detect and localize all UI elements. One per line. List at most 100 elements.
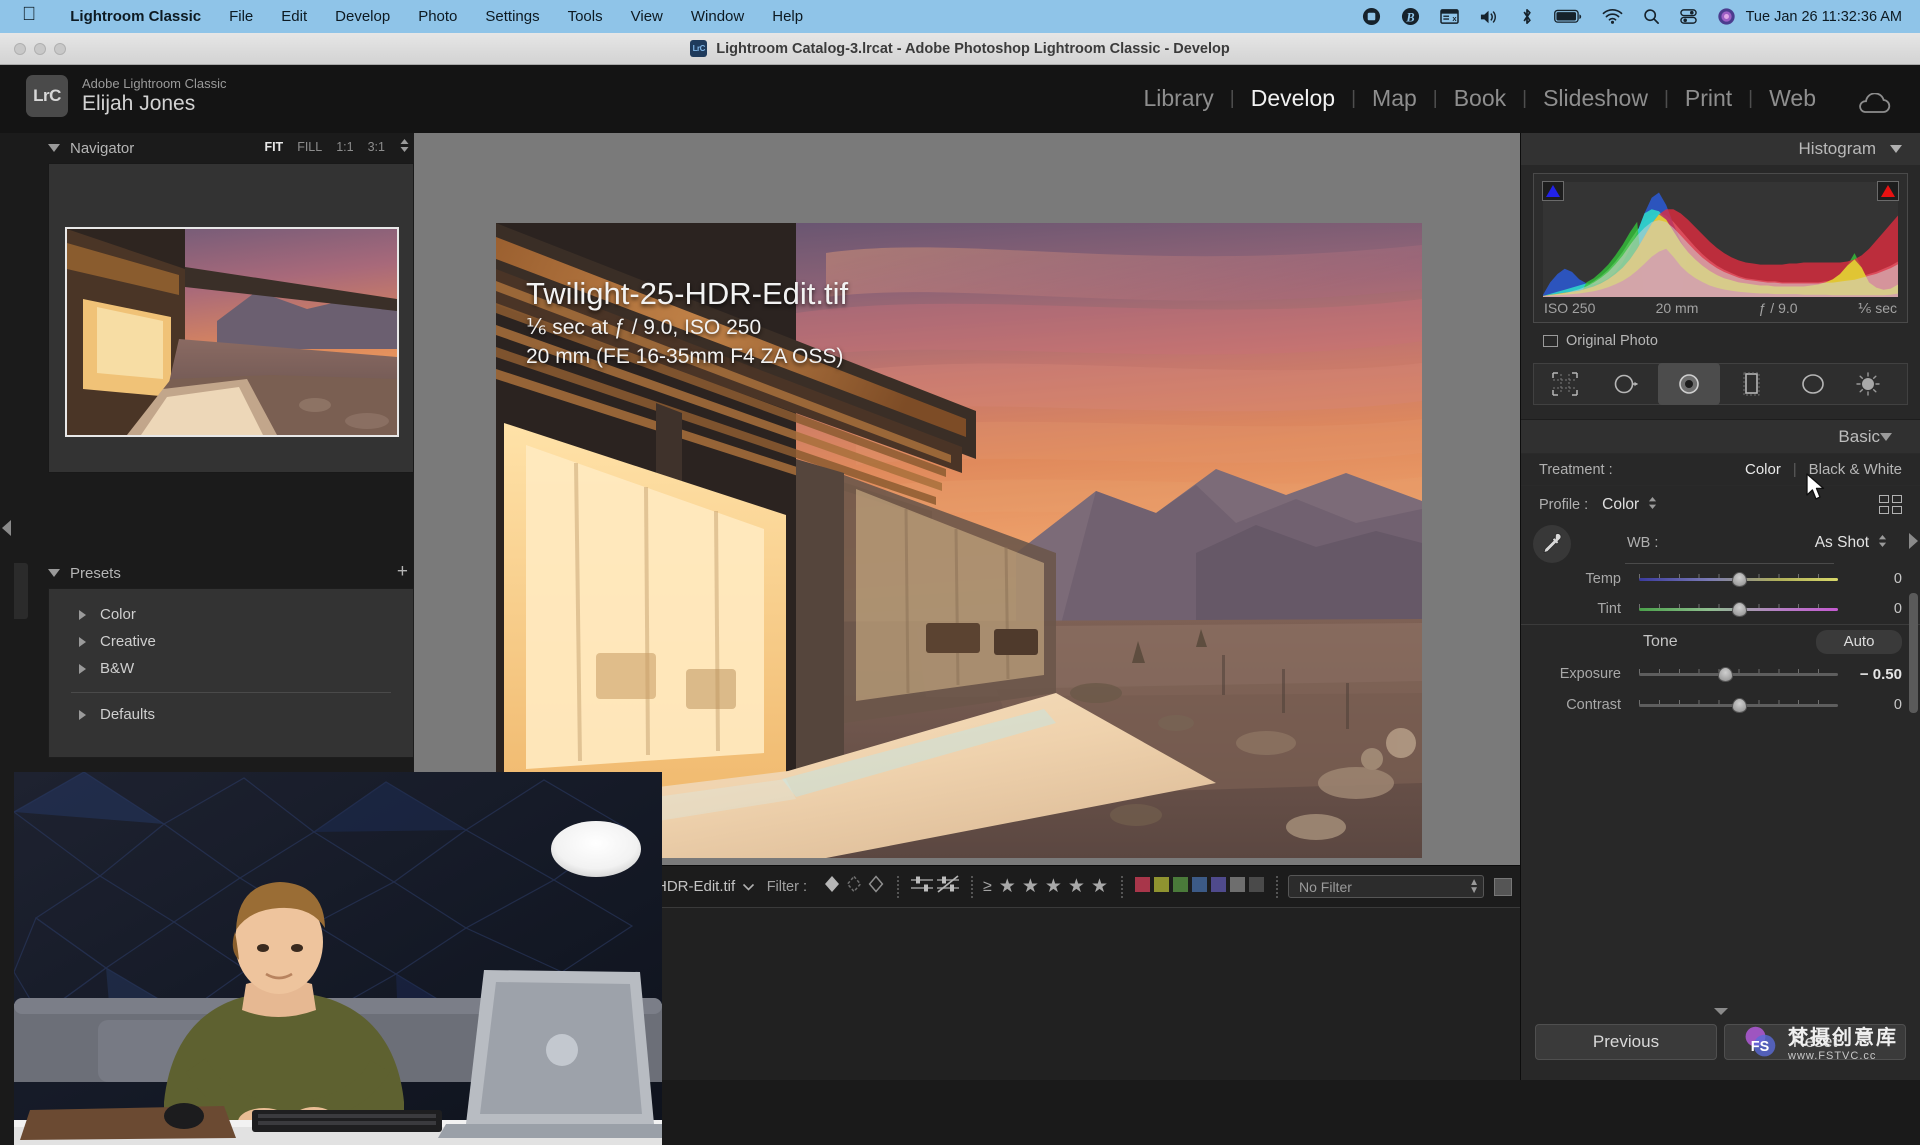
flag-picked-icon[interactable] (821, 873, 843, 900)
grid-4-icon[interactable] (1879, 495, 1902, 514)
menu-item-lightroom-classic[interactable]: Lightroom Classic (56, 8, 215, 25)
slider-knob[interactable] (1731, 602, 1747, 617)
menu-item-window[interactable]: Window (677, 8, 758, 25)
filter-preset-select[interactable]: No Filter ▲ ▼ (1288, 875, 1484, 898)
rating-operator-label[interactable]: ≥ (983, 878, 992, 896)
eyedropper-icon[interactable] (1533, 525, 1571, 563)
identity-plate[interactable]: LrC Adobe Lightroom Classic Elijah Jones (26, 75, 227, 117)
triangle-right-icon[interactable] (79, 609, 86, 620)
menu-item-develop[interactable]: Develop (321, 8, 404, 25)
apple-logo-icon[interactable]:  (22, 5, 36, 24)
updown-stepper-icon[interactable]: ▲ ▼ (1469, 878, 1479, 896)
search-icon[interactable] (1633, 8, 1670, 25)
slider-knob[interactable] (1717, 667, 1733, 682)
zoom-1to1[interactable]: 1:1 (336, 140, 353, 154)
flag-rejected-icon[interactable] (865, 873, 887, 900)
color-label-swatch-2[interactable] (1154, 876, 1169, 892)
menu-item-edit[interactable]: Edit (267, 8, 321, 25)
basic-panel-header[interactable]: Basic (1521, 419, 1920, 453)
presets-header[interactable]: Presets + (48, 558, 414, 588)
siri-icon[interactable] (1707, 7, 1746, 26)
zoom-3to1[interactable]: 3:1 (368, 140, 385, 154)
filter-toggle-button[interactable] (1494, 877, 1512, 896)
brush-tool[interactable] (1844, 363, 1894, 405)
preset-group-bw[interactable]: B&W (49, 655, 413, 682)
menu-item-tools[interactable]: Tools (554, 8, 617, 25)
triangle-right-icon[interactable] (79, 636, 86, 647)
menu-item-photo[interactable]: Photo (404, 8, 471, 25)
menu-item-view[interactable]: View (617, 8, 677, 25)
slider-knob[interactable] (1731, 572, 1747, 587)
masking-rect-tool[interactable] (1720, 363, 1782, 405)
module-web[interactable]: Web (1753, 85, 1832, 112)
maximize-button[interactable] (54, 43, 66, 55)
radial-gradient-tool[interactable] (1782, 363, 1844, 405)
right-panel-collapse-arrow[interactable] (1909, 533, 1918, 549)
color-label-swatch-3[interactable] (1173, 876, 1188, 892)
exposure-value[interactable]: − 0.50 (1846, 666, 1902, 683)
navigator-header[interactable]: Navigator FIT FILL 1:1 3:1 (48, 133, 414, 163)
module-print[interactable]: Print (1669, 85, 1748, 112)
toolbar-filename[interactable]: HDR-Edit.tif (656, 878, 735, 895)
color-label-swatch-7[interactable] (1249, 876, 1264, 892)
red-eye-tool[interactable] (1658, 363, 1720, 405)
window-controls[interactable] (14, 43, 66, 55)
module-library[interactable]: Library (1127, 85, 1229, 112)
shadow-clipping-icon[interactable] (1542, 181, 1564, 201)
profile-value[interactable]: Color (1602, 496, 1639, 514)
slider-knob[interactable] (1731, 698, 1747, 713)
rating-star-2[interactable]: ★ (1022, 875, 1039, 898)
chevron-down-icon[interactable] (743, 878, 755, 896)
tint-slider[interactable] (1639, 600, 1838, 618)
menu-item-help[interactable]: Help (758, 8, 817, 25)
bartender-icon[interactable]: B (1391, 7, 1430, 26)
control-center-icon[interactable] (1670, 8, 1707, 25)
tint-value[interactable]: 0 (1846, 601, 1902, 617)
triangle-right-icon[interactable] (79, 663, 86, 674)
module-map[interactable]: Map (1356, 85, 1433, 112)
right-panel-scrollbar[interactable] (1909, 593, 1918, 713)
spot-removal-tool[interactable] (1596, 363, 1658, 405)
color-label-swatch-6[interactable] (1230, 876, 1245, 892)
flag-unflagged-icon[interactable] (843, 873, 865, 900)
module-book[interactable]: Book (1438, 85, 1522, 112)
edited-icon[interactable] (909, 873, 935, 900)
unedited-icon[interactable] (935, 873, 961, 900)
color-label-swatch-1[interactable] (1135, 876, 1150, 892)
updown-stepper-icon[interactable] (1647, 496, 1658, 514)
cloud-sync-icon[interactable] (1854, 92, 1894, 122)
rating-star-4[interactable]: ★ (1068, 875, 1085, 898)
contrast-slider[interactable] (1639, 696, 1838, 714)
preset-group-creative[interactable]: Creative (49, 628, 413, 655)
navigator-preview-box[interactable] (48, 163, 414, 473)
treatment-color-option[interactable]: Color (1745, 461, 1781, 478)
plus-icon[interactable]: + (397, 561, 408, 583)
highlight-clipping-icon[interactable] (1877, 181, 1899, 201)
left-panel-collapse-arrow[interactable] (2, 520, 11, 536)
menu-item-settings[interactable]: Settings (471, 8, 553, 25)
battery-icon[interactable] (1544, 9, 1592, 24)
wb-value[interactable]: As Shot (1815, 534, 1869, 552)
original-photo-toggle[interactable]: Original Photo (1543, 333, 1898, 349)
preset-group-color[interactable]: Color (49, 601, 413, 628)
photo-container[interactable]: Twilight-25-HDR-Edit.tif ⅙ sec at ƒ / 9.… (496, 223, 1422, 858)
zoom-fill[interactable]: FILL (297, 140, 322, 154)
previous-button[interactable]: Previous (1535, 1024, 1717, 1060)
preset-group-defaults[interactable]: Defaults (49, 701, 413, 728)
color-label-swatch-4[interactable] (1192, 876, 1207, 892)
triangle-down-icon[interactable] (1880, 432, 1892, 441)
menu-bar-clock[interactable]: Tue Jan 26 11:32:36 AM (1746, 9, 1920, 25)
triangle-down-icon[interactable] (48, 144, 60, 152)
triangle-right-icon[interactable] (79, 709, 86, 720)
bluetooth-icon[interactable] (1510, 7, 1544, 26)
zoom-fit[interactable]: FIT (264, 140, 283, 154)
volume-icon[interactable] (1469, 8, 1510, 26)
calendar-x-icon[interactable]: x (1430, 8, 1469, 25)
rating-star-5[interactable]: ★ (1091, 875, 1108, 898)
triangle-down-icon[interactable] (48, 569, 60, 577)
triangle-down-icon[interactable] (1890, 145, 1902, 153)
histogram-plot[interactable] (1543, 182, 1898, 297)
webcam-overlay[interactable] (14, 772, 662, 1145)
module-develop[interactable]: Develop (1235, 85, 1351, 112)
panel-collapse-arrow-icon[interactable] (1713, 1008, 1728, 1015)
